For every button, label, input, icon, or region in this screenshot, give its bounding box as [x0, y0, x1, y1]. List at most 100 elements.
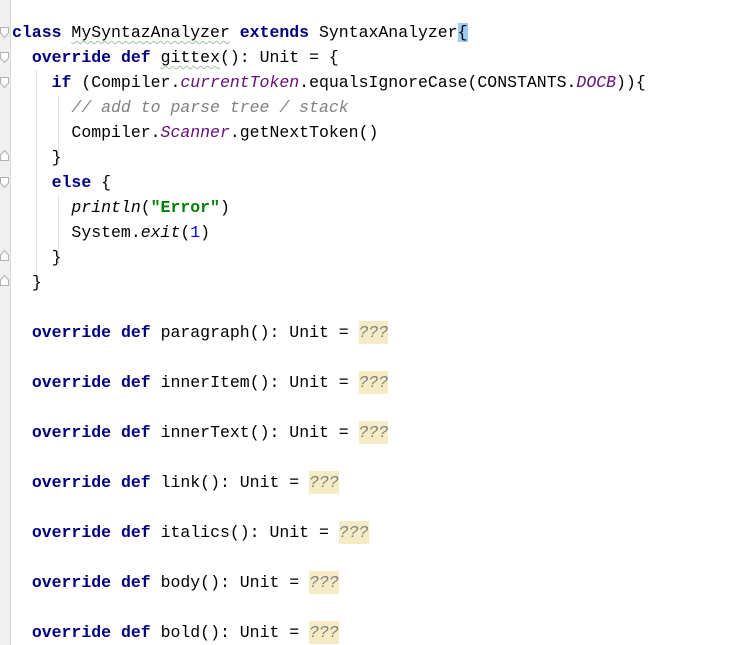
- code-text: Compiler.: [71, 123, 161, 142]
- fold-marker-icon[interactable]: [0, 27, 9, 38]
- method-signature: (): Unit =: [249, 423, 359, 442]
- function-call: exit: [140, 223, 181, 242]
- number-literal: 1: [190, 223, 201, 242]
- fold-marker-icon[interactable]: [0, 177, 9, 188]
- keyword-def: def: [120, 373, 151, 392]
- code-text: )){: [616, 73, 646, 92]
- close-brace: }: [51, 248, 62, 267]
- unimplemented-marker: ???: [309, 571, 339, 594]
- fold-marker-icon[interactable]: [0, 52, 9, 63]
- code-line-method: override def paragraph(): Unit = ???: [12, 320, 742, 345]
- method-name: gittex: [160, 48, 220, 67]
- code-text: (: [180, 223, 191, 242]
- parent-class-name: SyntaxAnalyzer: [318, 23, 458, 42]
- editor-gutter: [0, 0, 11, 645]
- field-reference: Scanner: [160, 123, 230, 142]
- method-signature: (): Unit = {: [219, 48, 339, 67]
- unimplemented-marker: ???: [358, 321, 389, 344]
- matched-brace: {: [457, 23, 468, 42]
- code-line-close-method: }: [12, 270, 742, 295]
- code-text: System.: [71, 223, 141, 242]
- code-text: .getNextToken(): [229, 123, 379, 142]
- close-brace: }: [51, 148, 62, 167]
- keyword-def: def: [120, 523, 151, 542]
- keyword-def: def: [120, 473, 151, 492]
- keyword-def: def: [120, 623, 151, 642]
- method-name: innerItem: [160, 373, 250, 392]
- code-text: .equalsIgnoreCase(CONSTANTS.: [299, 73, 577, 92]
- unimplemented-marker: ???: [309, 471, 339, 494]
- constant-reference: DOCB: [576, 73, 617, 92]
- fold-end-marker-icon[interactable]: [0, 150, 9, 161]
- method-signature: (): Unit =: [200, 623, 310, 642]
- fold-end-marker-icon[interactable]: [0, 275, 9, 286]
- code-line-method: override def bold(): Unit = ???: [12, 620, 742, 645]
- unimplemented-marker: ???: [338, 521, 369, 544]
- code-text: ): [219, 198, 230, 217]
- code-line-method: override def innerText(): Unit = ???: [12, 420, 742, 445]
- code-line-method: override def link(): Unit = ???: [12, 470, 742, 495]
- keyword-override: override: [31, 473, 112, 492]
- code-line-gittex: override def gittex(): Unit = {: [12, 45, 742, 70]
- code-text: (: [140, 198, 151, 217]
- method-signature: (): Unit =: [200, 473, 310, 492]
- code-text: (Compiler.: [71, 73, 181, 92]
- method-name: paragraph: [160, 323, 250, 342]
- code-line-if: if (Compiler.currentToken.equalsIgnoreCa…: [12, 70, 742, 95]
- keyword-override: override: [31, 373, 112, 392]
- keyword-if: if: [51, 73, 72, 92]
- fold-marker-icon[interactable]: [0, 77, 9, 88]
- code-line-scanner: Compiler.Scanner.getNextToken(): [12, 120, 742, 145]
- keyword-override: override: [31, 423, 112, 442]
- code-line-method: override def innerItem(): Unit = ???: [12, 370, 742, 395]
- code-comment: // add to parse tree / stack: [71, 98, 349, 117]
- code-line-else: else {: [12, 170, 742, 195]
- method-signature: (): Unit =: [200, 573, 310, 592]
- keyword-override: override: [31, 323, 112, 342]
- keyword-override: override: [31, 523, 112, 542]
- close-brace: }: [31, 273, 42, 292]
- method-signature: (): Unit =: [229, 523, 339, 542]
- fold-end-marker-icon[interactable]: [0, 250, 9, 261]
- method-name: innerText: [160, 423, 250, 442]
- method-name: italics: [160, 523, 230, 542]
- field-reference: currentToken: [180, 73, 300, 92]
- keyword-class: class: [12, 23, 62, 42]
- keyword-def: def: [120, 423, 151, 442]
- code-editor[interactable]: class MySyntazAnalyzer extends SyntaxAna…: [12, 20, 742, 645]
- keyword-override: override: [31, 48, 112, 67]
- keyword-else: else: [51, 173, 92, 192]
- code-text: ): [200, 223, 211, 242]
- unimplemented-marker: ???: [309, 621, 339, 644]
- code-line-close-else: }: [12, 245, 742, 270]
- keyword-def: def: [120, 573, 151, 592]
- method-name: link: [160, 473, 201, 492]
- code-line-comment: // add to parse tree / stack: [12, 95, 742, 120]
- keyword-def: def: [120, 48, 151, 67]
- unimplemented-marker: ???: [358, 371, 389, 394]
- method-name: body: [160, 573, 201, 592]
- keyword-extends: extends: [239, 23, 310, 42]
- code-line-close-if: }: [12, 145, 742, 170]
- keyword-def: def: [120, 323, 151, 342]
- keyword-override: override: [31, 573, 112, 592]
- keyword-override: override: [31, 623, 112, 642]
- string-literal: "Error": [150, 198, 220, 217]
- code-line-exit: System.exit(1): [12, 220, 742, 245]
- unimplemented-marker: ???: [358, 421, 389, 444]
- code-line-class-declaration: class MySyntazAnalyzer extends SyntaxAna…: [12, 20, 742, 45]
- code-line-method: override def italics(): Unit = ???: [12, 520, 742, 545]
- class-name: MySyntazAnalyzer: [71, 23, 230, 42]
- code-text: {: [91, 173, 112, 192]
- method-signature: (): Unit =: [249, 373, 359, 392]
- method-signature: (): Unit =: [249, 323, 359, 342]
- code-line-method: override def body(): Unit = ???: [12, 570, 742, 595]
- method-name: bold: [160, 623, 201, 642]
